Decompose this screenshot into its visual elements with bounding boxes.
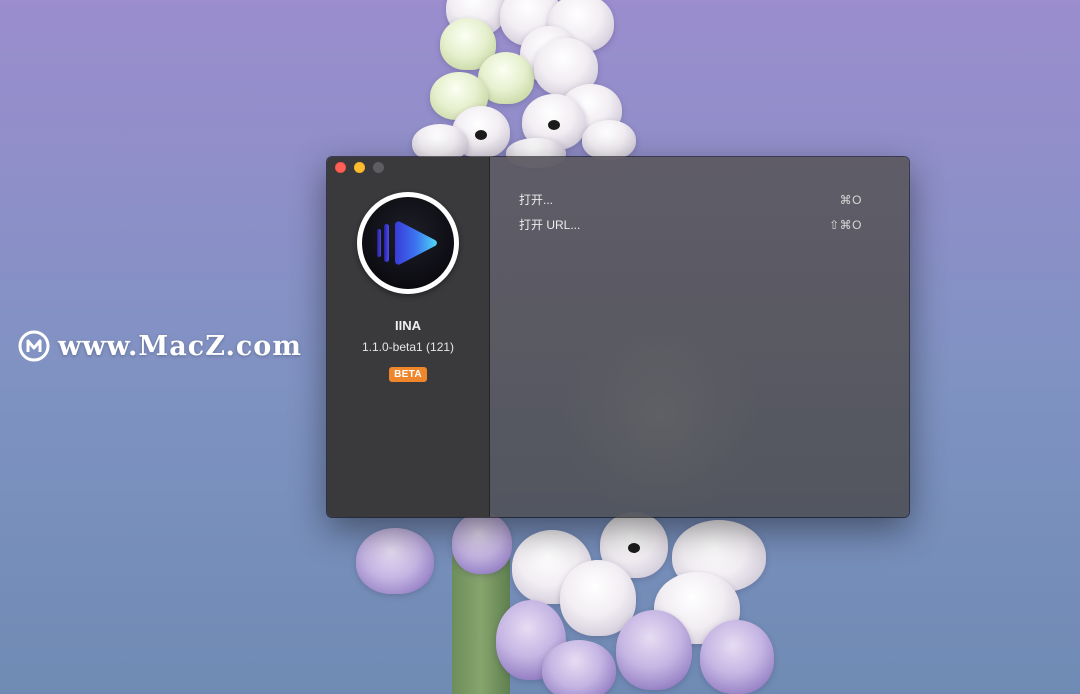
welcome-sidebar: IINA 1.1.0-beta1 (121) BETA [327, 157, 490, 517]
menu-item-shortcut: ⇧⌘O [829, 217, 862, 232]
watermark-text: www.MacZ.com [58, 330, 302, 362]
window-controls [335, 162, 384, 173]
watermark: www.MacZ.com [18, 330, 302, 362]
iina-welcome-window: IINA 1.1.0-beta1 (121) BETA 打开... ⌘O 打开 … [327, 157, 909, 517]
app-name: IINA [395, 318, 421, 333]
desktop-wallpaper: www.MacZ.com IINA 1.1.0-beta1 (121) BETA… [0, 0, 1080, 694]
beta-badge: BETA [389, 367, 427, 382]
minimize-button[interactable] [354, 162, 365, 173]
close-button[interactable] [335, 162, 346, 173]
iina-play-icon [377, 221, 437, 265]
macz-logo-icon [18, 330, 50, 362]
open-menu-list: 打开... ⌘O 打开 URL... ⇧⌘O [490, 187, 909, 237]
app-version: 1.1.0-beta1 (121) [361, 340, 455, 354]
menu-item-open[interactable]: 打开... ⌘O [490, 187, 909, 212]
menu-item-label: 打开... [519, 193, 554, 207]
menu-item-label: 打开 URL... [519, 218, 581, 232]
zoom-button[interactable] [373, 162, 384, 173]
menu-item-shortcut: ⌘O [839, 192, 862, 207]
menu-item-open-url[interactable]: 打开 URL... ⇧⌘O [490, 212, 909, 237]
welcome-main-panel: 打开... ⌘O 打开 URL... ⇧⌘O [490, 157, 909, 517]
app-icon [357, 192, 459, 294]
